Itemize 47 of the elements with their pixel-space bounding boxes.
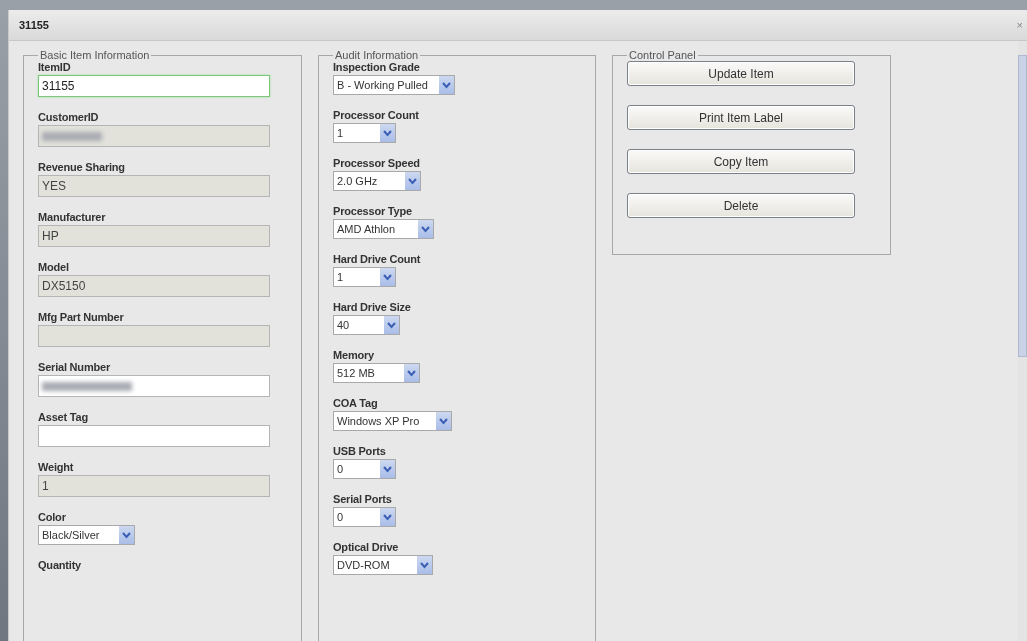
dropdown[interactable]: Black/Silver <box>38 525 136 545</box>
field-label: Color <box>38 511 67 523</box>
field-label: USB Ports <box>333 445 387 457</box>
field-label: Revenue Sharing <box>38 161 126 173</box>
action-button[interactable]: Update Item <box>627 61 855 86</box>
window-title: 31155 <box>19 19 49 31</box>
action-button[interactable]: Delete <box>627 193 855 218</box>
field-label: Serial Number <box>38 361 111 373</box>
field-label: COA Tag <box>333 397 379 409</box>
action-button[interactable]: Copy Item <box>627 149 855 174</box>
dropdown[interactable]: 1 <box>333 123 396 143</box>
field-label: Hard Drive Count <box>333 253 422 265</box>
dropdown[interactable]: 1 <box>333 267 396 287</box>
field-label: Mfg Part Number <box>38 311 125 323</box>
field-label: Inspection Grade <box>333 61 421 73</box>
field-label: Model <box>38 261 70 273</box>
blurred-text-field[interactable] <box>38 375 270 397</box>
field-label: ItemID <box>38 61 72 73</box>
panel-legend: Audit Information <box>333 49 421 61</box>
field-label: Optical Drive <box>333 541 400 553</box>
dropdown[interactable]: 40 <box>333 315 401 335</box>
field-label: Processor Count <box>333 109 420 121</box>
field-label: Processor Speed <box>333 157 421 169</box>
panel-legend: Basic Item Information <box>38 49 152 61</box>
text-field[interactable]: 31155 <box>38 75 270 97</box>
scrollbar[interactable] <box>1018 41 1027 641</box>
dropdown[interactable]: Windows XP Pro <box>333 411 453 431</box>
dropdown[interactable]: 512 MB <box>333 363 420 383</box>
dropdown[interactable]: DVD-ROM <box>333 555 434 575</box>
dropdown[interactable]: 0 <box>333 459 396 479</box>
panel-legend: Control Panel <box>627 49 698 61</box>
field-label: CustomerID <box>38 111 100 123</box>
dropdown[interactable]: 0 <box>333 507 396 527</box>
dropdown[interactable]: AMD Athlon <box>333 219 435 239</box>
field-label: Memory <box>333 349 375 361</box>
field-label: Manufacturer <box>38 211 107 223</box>
field-label: Processor Type <box>333 205 413 217</box>
dropdown[interactable]: 2.0 GHz <box>333 171 421 191</box>
field-label: Weight <box>38 461 75 473</box>
field-label: Serial Ports <box>333 493 393 505</box>
field-label: Asset Tag <box>38 411 89 423</box>
action-button[interactable]: Print Item Label <box>627 105 855 130</box>
scrollbar-thumb[interactable] <box>1018 55 1027 357</box>
field-label: Quantity <box>38 559 82 571</box>
field-label: Hard Drive Size <box>333 301 412 313</box>
dropdown[interactable]: B - Working Pulled <box>333 75 455 95</box>
text-field[interactable] <box>38 425 270 447</box>
